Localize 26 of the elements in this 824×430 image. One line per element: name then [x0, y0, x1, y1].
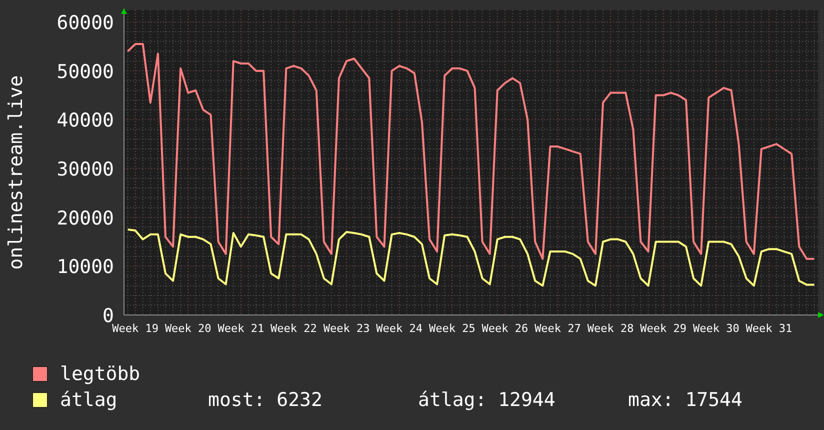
y-axis-title: onlinestream.live: [5, 75, 27, 270]
legend-stat: átlag: 12944: [418, 389, 556, 411]
y-tick-label: 40000: [56, 110, 114, 132]
x-tick-label: Week 28: [587, 322, 634, 335]
x-tick-label: Week 22: [270, 322, 317, 335]
y-tick-label: 20000: [56, 207, 114, 230]
legend-stat: max: 17544: [628, 389, 742, 411]
x-tick-label: Week 31: [746, 322, 792, 335]
legend-label: legtöbb: [60, 363, 142, 385]
x-tick-label: Week 29: [640, 322, 687, 335]
x-tick-label: Week 27: [534, 322, 581, 335]
y-tick-label: 50000: [56, 60, 114, 83]
y-tick-label: 10000: [56, 256, 114, 278]
x-tick-label: Week 25: [428, 322, 476, 335]
x-tick-label: Week 21: [218, 322, 264, 335]
legend-label: átlag: [60, 389, 118, 411]
x-tick-label: Week 20: [164, 322, 212, 335]
x-tick-label: Week 23: [323, 322, 370, 335]
y-tick-label: 60000: [56, 12, 114, 34]
x-tick-label: Week 19: [112, 322, 158, 335]
legend-stat: most: 6232: [208, 389, 324, 411]
y-tick-label: 30000: [56, 158, 114, 180]
x-tick-label: Week 24: [376, 322, 423, 335]
y-tick-label: 0: [102, 305, 114, 327]
x-tick-label: Week 30: [692, 322, 740, 335]
x-tick-label: Week 26: [482, 322, 528, 335]
